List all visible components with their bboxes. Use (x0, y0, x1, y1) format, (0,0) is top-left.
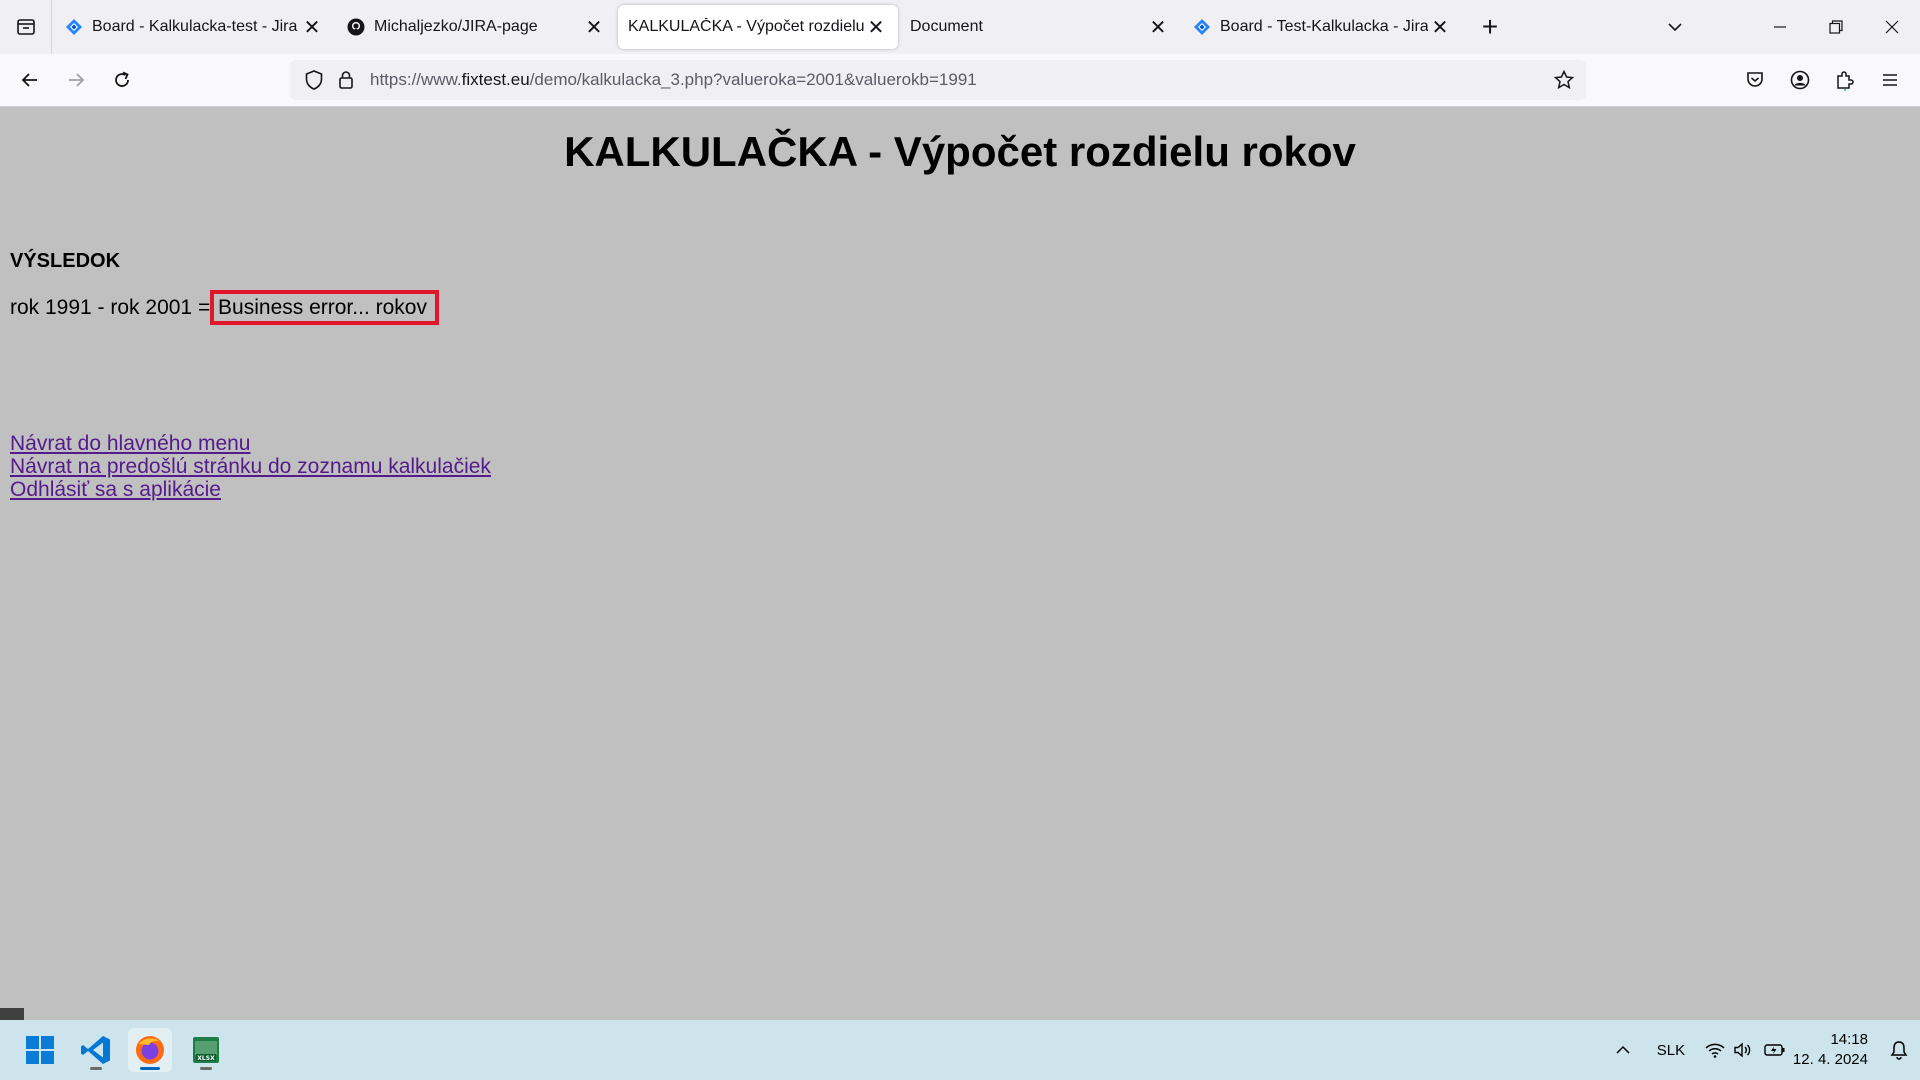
battery-icon[interactable] (1757, 1030, 1793, 1070)
new-tab-button[interactable]: + (1470, 7, 1510, 47)
list-all-tabs-button[interactable] (1655, 10, 1695, 44)
taskbar-app-xlsx[interactable]: XLSX (184, 1028, 228, 1072)
close-tab-icon[interactable]: ✕ (1146, 15, 1170, 39)
tab-label: KALKULAČKA - Výpočet rozdielu rokov (628, 18, 864, 35)
url-text[interactable]: https://www.fixtest.eu/demo/kalkulacka_3… (370, 70, 977, 90)
result-line: rok 1991 - rok 2001 = Business error... … (10, 290, 439, 325)
link-logout[interactable]: Odhlásiť sa s aplikácie (10, 478, 491, 501)
url-host: fixtest.eu (461, 70, 530, 89)
firefox-view-button[interactable] (0, 0, 52, 54)
account-button[interactable] (1777, 58, 1822, 102)
extensions-button[interactable] (1822, 58, 1867, 102)
lock-icon[interactable] (330, 64, 362, 96)
arrow-left-icon (21, 73, 37, 87)
tab-label: Michaljezko/JIRA-page (374, 18, 538, 35)
jira-icon (1192, 17, 1212, 37)
navigation-toolbar: https://www.fixtest.eu/demo/kalkulacka_3… (0, 54, 1920, 107)
close-window-button[interactable] (1864, 0, 1920, 54)
running-indicator (200, 1067, 212, 1070)
clock-date: 12. 4. 2024 (1792, 1051, 1868, 1068)
puzzle-icon (1836, 71, 1854, 91)
notification-bell-icon[interactable] (1882, 1030, 1916, 1070)
pocket-icon (1746, 72, 1763, 87)
tab-label: Board - Test-Kalkulacka - Jira (1220, 18, 1428, 35)
reload-icon (115, 71, 129, 87)
system-tray: SLK 14:18 12. 4. 2024 (1605, 1020, 1920, 1080)
close-tab-icon[interactable]: ✕ (864, 15, 888, 39)
running-indicator (140, 1067, 160, 1070)
page-content: KALKULAČKA - Výpočet rozdielu rokov VÝSL… (0, 106, 1920, 1020)
tracking-protection-shield-icon[interactable] (298, 64, 330, 96)
restore-icon (1829, 20, 1843, 34)
svg-text:XLSX: XLSX (197, 1055, 215, 1062)
account-icon (1790, 70, 1809, 90)
hamburger-menu-icon (1882, 74, 1897, 86)
tab-jira-test-kalkulacka[interactable]: Board - Test-Kalkulacka - Jira ✕ (1182, 5, 1462, 49)
windows-start-icon (26, 1036, 54, 1064)
chevron-down-icon (1668, 23, 1682, 32)
close-tab-icon[interactable]: ✕ (1428, 15, 1452, 39)
star-icon (1554, 70, 1574, 90)
tab-label: Document (910, 18, 983, 35)
arrow-right-icon (69, 73, 85, 87)
address-bar[interactable]: https://www.fixtest.eu/demo/kalkulacka_3… (290, 60, 1586, 100)
result-value-highlighted: Business error... rokov (210, 290, 439, 325)
tab-label: Board - Kalkulacka-test - Jira (92, 18, 298, 35)
back-button[interactable] (8, 58, 52, 102)
navigation-links: Návrat do hlavného menu Návrat na predoš… (10, 432, 491, 501)
chevron-up-icon (1616, 1045, 1630, 1054)
tab-github-jira-page[interactable]: Michaljezko/JIRA-page ✕ (336, 5, 616, 49)
clock[interactable]: 14:18 12. 4. 2024 (1793, 1030, 1868, 1070)
minimize-icon (1774, 26, 1786, 28)
clock-time: 14:18 (1830, 1031, 1868, 1048)
link-main-menu[interactable]: Návrat do hlavného menu (10, 432, 491, 455)
close-tab-icon[interactable]: ✕ (300, 15, 324, 39)
taskbar-app-vscode[interactable] (74, 1028, 118, 1072)
volume-icon[interactable] (1729, 1030, 1757, 1070)
wifi-icon[interactable] (1701, 1030, 1729, 1070)
tab-document[interactable]: Document ✕ (900, 5, 1180, 49)
tab-bar: Board - Kalkulacka-test - Jira ✕ Michalj… (0, 0, 1920, 54)
vscode-icon (81, 1036, 110, 1064)
minimize-button[interactable] (1752, 0, 1808, 54)
url-prefix: https://www. (370, 70, 462, 89)
pocket-button[interactable] (1732, 58, 1777, 102)
jira-icon (64, 17, 84, 37)
firefox-icon (136, 1036, 164, 1064)
result-heading: VÝSLEDOK (10, 250, 121, 272)
close-icon (1885, 20, 1899, 34)
start-button[interactable] (18, 1028, 62, 1072)
page-title: KALKULAČKA - Výpočet rozdielu rokov (564, 128, 1356, 175)
firefox-view-icon (16, 19, 35, 35)
reload-button[interactable] (100, 58, 144, 102)
tab-kalkulacka[interactable]: KALKULAČKA - Výpočet rozdielu rokov ✕ (618, 5, 898, 49)
bookmark-star-button[interactable] (1548, 64, 1580, 96)
url-path: /demo/kalkulacka_3.php?valueroka=2001&va… (529, 70, 977, 89)
menu-button[interactable] (1867, 58, 1912, 102)
windows-taskbar: XLSX SLK 14:18 12. 4. 2024 (0, 1020, 1920, 1080)
tab-jira-kalkulacka-test[interactable]: Board - Kalkulacka-test - Jira ✕ (54, 5, 334, 49)
running-indicator (90, 1067, 102, 1070)
forward-button[interactable] (54, 58, 98, 102)
input-language[interactable]: SLK (1641, 1030, 1701, 1070)
scrollbar-corner (0, 1008, 24, 1020)
excel-xlsx-icon: XLSX (193, 1037, 219, 1063)
close-tab-icon[interactable]: ✕ (582, 15, 606, 39)
github-icon (346, 17, 366, 37)
taskbar-app-firefox[interactable] (128, 1028, 172, 1072)
result-expression: rok 1991 - rok 2001 = (10, 296, 217, 319)
link-previous-page[interactable]: Návrat na predošlú stránku do zoznamu ka… (10, 455, 491, 478)
show-hidden-icons-button[interactable] (1605, 1030, 1641, 1070)
restore-button[interactable] (1808, 0, 1864, 54)
